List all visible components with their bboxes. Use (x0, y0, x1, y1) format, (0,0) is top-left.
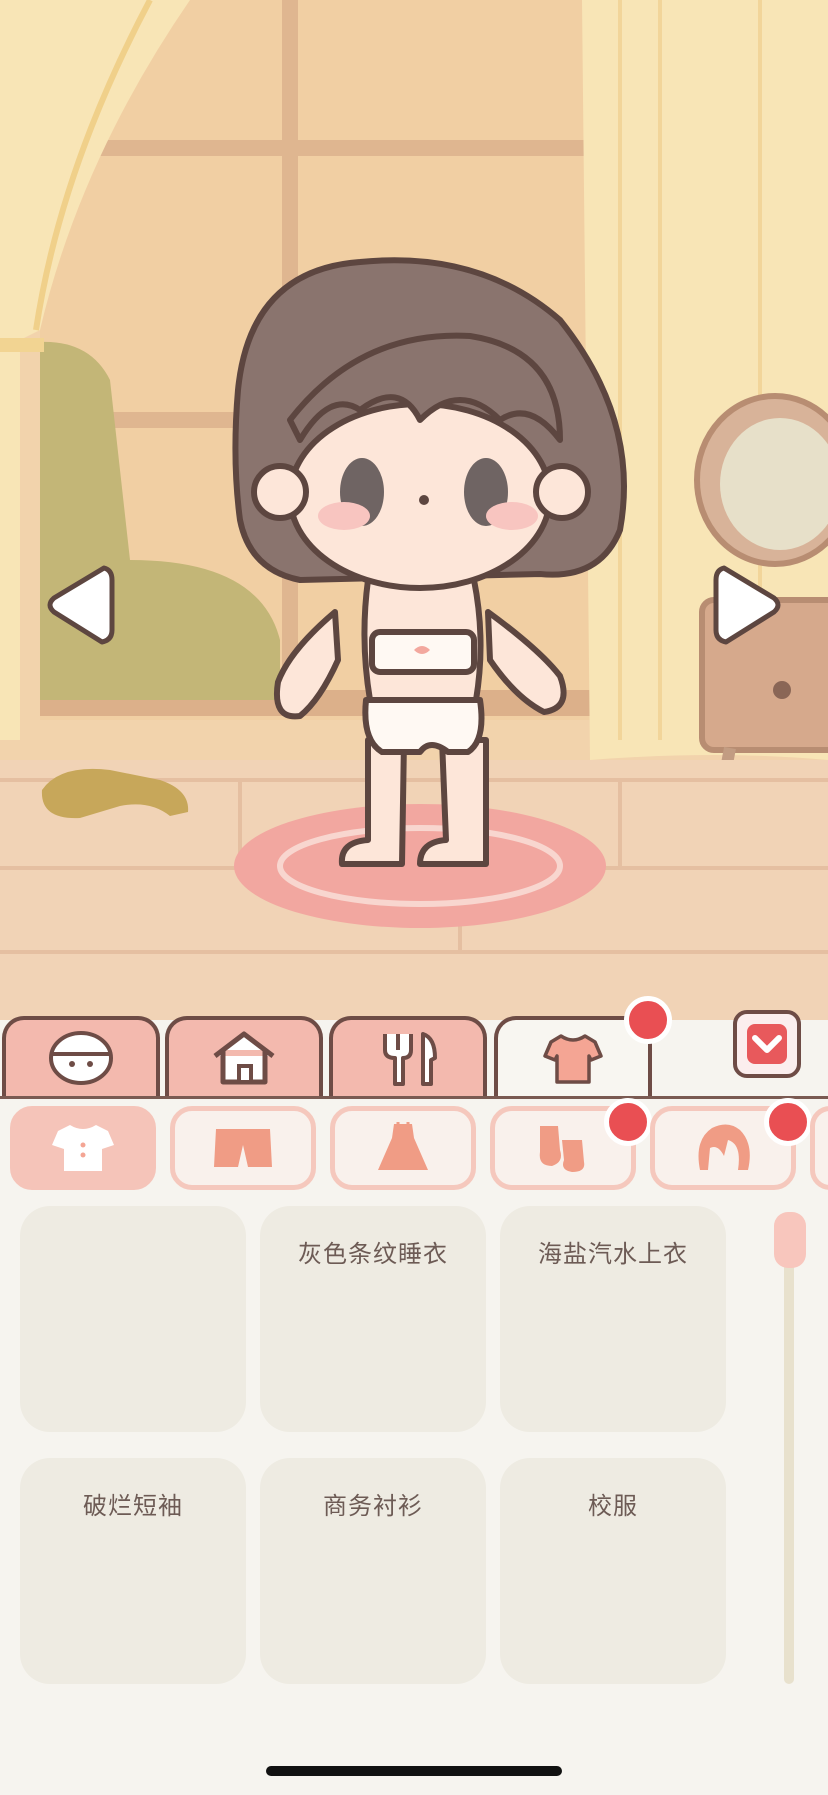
subtab-dresses[interactable] (330, 1106, 476, 1190)
previous-arrow-button[interactable] (46, 560, 116, 650)
wardrobe-panel (0, 1096, 828, 1795)
room-scene (0, 0, 828, 1020)
item-card[interactable]: 破烂短袖 (20, 1458, 246, 1684)
home-indicator[interactable] (266, 1766, 562, 1776)
socks-icon (539, 1126, 585, 1172)
next-arrow-button[interactable] (712, 560, 782, 650)
item-card-empty[interactable] (20, 1206, 246, 1432)
shirt-icon (543, 1034, 603, 1084)
face-icon (49, 1031, 113, 1085)
clothing-tab-badge (624, 996, 672, 1044)
collapse-panel-button[interactable] (733, 1010, 801, 1078)
dress-icon (378, 1122, 428, 1170)
shorts-icon (214, 1129, 272, 1167)
scrollbar-thumb[interactable] (774, 1212, 806, 1268)
triangle-left-icon (47, 565, 115, 645)
tab-food[interactable] (329, 1016, 487, 1096)
subtab-tops[interactable] (10, 1106, 156, 1190)
hair-icon (698, 1124, 750, 1170)
item-label: 灰色条纹睡衣 (298, 1240, 448, 1268)
subtab-bottoms[interactable] (170, 1106, 316, 1190)
chevron-down-icon (747, 1024, 787, 1064)
tab-face[interactable] (2, 1016, 160, 1096)
hair-tab-badge (764, 1098, 812, 1146)
subtab-more[interactable] (810, 1106, 828, 1190)
item-label: 校服 (588, 1492, 638, 1520)
triangle-right-icon (713, 565, 781, 645)
item-card[interactable]: 校服 (500, 1458, 726, 1684)
item-label: 海盐汽水上衣 (538, 1240, 688, 1268)
item-label: 商务衬衫 (323, 1492, 423, 1520)
item-card[interactable]: 海盐汽水上衣 (500, 1206, 726, 1432)
fork-knife-icon (383, 1032, 437, 1086)
item-card[interactable]: 商务衬衫 (260, 1458, 486, 1684)
item-label: 破烂短袖 (83, 1492, 183, 1520)
scrollbar-track[interactable] (784, 1222, 794, 1684)
house-icon (213, 1031, 275, 1085)
tab-home[interactable] (165, 1016, 323, 1096)
top-shirt-icon (52, 1125, 114, 1171)
socks-tab-badge (604, 1098, 652, 1146)
item-card[interactable]: 灰色条纹睡衣 (260, 1206, 486, 1432)
